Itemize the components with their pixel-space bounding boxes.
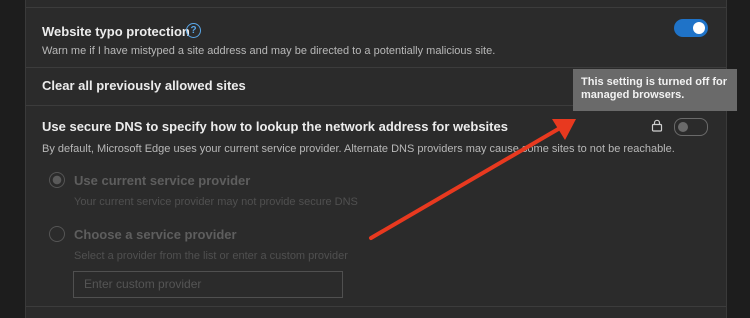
divider: [26, 67, 726, 68]
lock-icon: [651, 119, 663, 137]
current-provider-label: Use current service provider: [74, 173, 251, 188]
divider: [26, 306, 726, 307]
typo-protection-description: Warn me if I have mistyped a site addres…: [42, 45, 496, 57]
choose-provider-description: Select a provider from the list or enter…: [74, 250, 348, 262]
typo-protection-toggle[interactable]: [674, 19, 708, 37]
divider: [26, 7, 726, 8]
secure-dns-description: By default, Microsoft Edge uses your cur…: [42, 143, 675, 155]
typo-protection-title: Website typo protection: [42, 24, 190, 39]
current-provider-description: Your current service provider may not pr…: [74, 196, 358, 208]
secure-dns-title: Use secure DNS to specify how to lookup …: [42, 119, 508, 134]
radio-choose-provider[interactable]: [49, 226, 65, 242]
managed-setting-tooltip: This setting is turned off for managed b…: [573, 69, 737, 111]
custom-provider-input[interactable]: Enter custom provider: [73, 271, 343, 298]
secure-dns-toggle[interactable]: [674, 118, 708, 136]
help-icon[interactable]: ?: [186, 23, 201, 38]
radio-current-provider[interactable]: [49, 172, 65, 188]
toggle-knob: [693, 22, 705, 34]
settings-panel: Website typo protection ? Warn me if I h…: [25, 0, 727, 318]
choose-provider-label: Choose a service provider: [74, 227, 237, 242]
toggle-knob: [678, 122, 688, 132]
clear-allowed-sites-link[interactable]: Clear all previously allowed sites: [42, 78, 246, 93]
